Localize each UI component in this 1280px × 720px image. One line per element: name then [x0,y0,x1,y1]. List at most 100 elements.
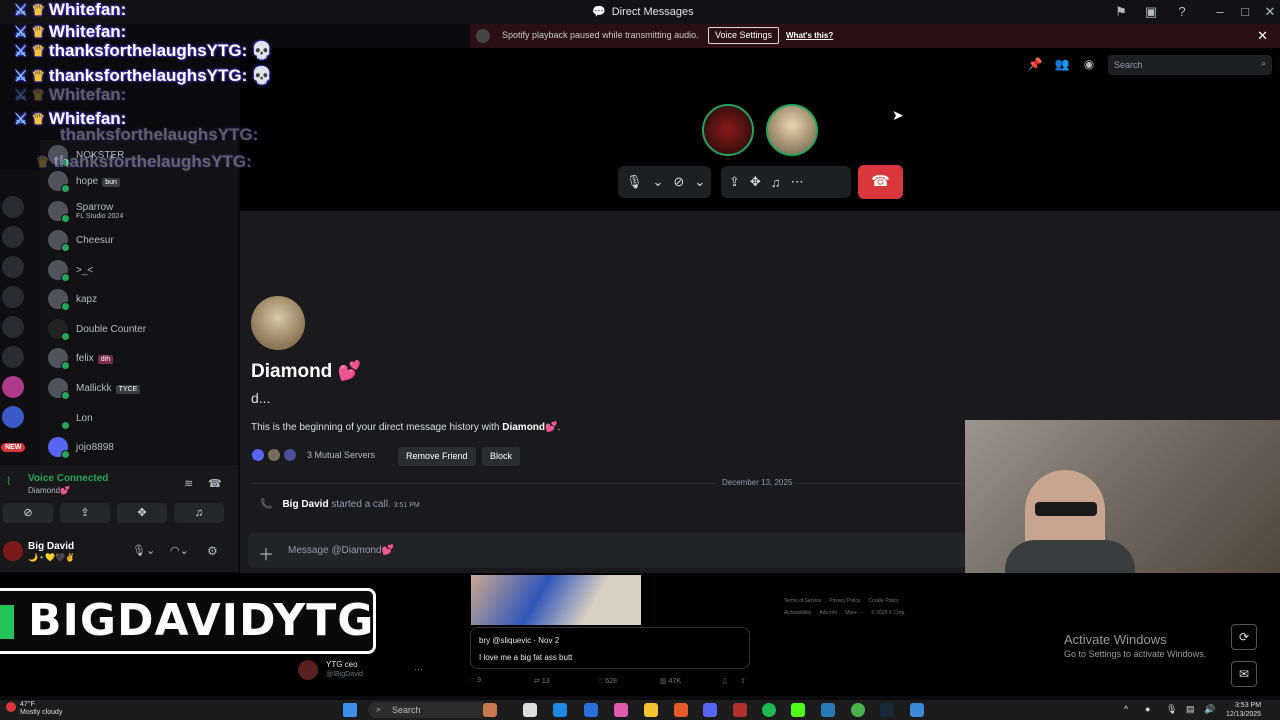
headphones-icon[interactable]: ◠⌄ [170,544,189,557]
taskbar-app-icon[interactable] [910,703,924,717]
close-notice-icon[interactable]: ✕ [1257,28,1268,44]
footer-link[interactable]: Cookie Policy [868,598,898,604]
list-item[interactable]: Sparrow FL Studio 2024 [48,196,238,226]
chrome-icon[interactable] [851,703,865,717]
soundboard-icon[interactable]: ♫ [771,175,781,190]
taskbar-search[interactable]: ⌕ Search [368,702,488,718]
disconnect-icon[interactable]: ☎ [208,477,222,490]
more-options-icon[interactable]: ⋯ [791,174,804,190]
soundboard-button[interactable]: ♫ [174,503,224,523]
spotify-icon[interactable] [762,703,776,717]
start-icon[interactable] [343,703,357,717]
footer-link[interactable]: Accessibility [784,610,811,616]
noise-suppression-icon[interactable]: ≋ [184,477,193,490]
taskbar-app-icon[interactable] [483,703,497,717]
mic-tray-icon[interactable]: ● [1145,704,1150,714]
refresh-icon[interactable]: ⟳ [1231,624,1257,650]
microphone-icon[interactable]: 🎙⌄ [132,544,155,557]
footer-link[interactable]: More ··· [845,610,863,616]
chevron-down-icon[interactable]: ⌄ [653,174,664,190]
user-name[interactable]: Big David [28,541,74,552]
avatar[interactable] [251,296,305,350]
share-screen-icon[interactable]: ⇪ [729,174,740,190]
profile-icon[interactable]: ◉ [1081,57,1097,73]
store-icon[interactable] [584,703,598,717]
disconnect-button[interactable]: ☎ [858,165,903,199]
search-input[interactable]: Search ⌕ [1108,55,1272,75]
call-participant-avatar-diamond[interactable] [766,104,818,156]
server-icon[interactable] [2,196,24,218]
camera-button[interactable]: ⊘ [3,503,53,523]
activities-button[interactable]: ✥ [117,503,167,523]
list-item[interactable]: felix dih [48,343,238,373]
mail-icon[interactable]: ✉ [1231,661,1257,687]
list-item[interactable]: kapz [48,284,238,314]
server-icon[interactable] [2,286,24,308]
call-participant-avatar-big-david[interactable] [702,104,754,156]
add-friends-icon[interactable]: 👥 [1054,57,1070,73]
like-count[interactable]: ♡ 628 [597,677,617,685]
server-icon[interactable] [2,346,24,368]
footer-link[interactable]: Privacy Policy [829,598,860,604]
mic-tray-icon[interactable]: 🎙 [1166,704,1177,715]
quoted-tweet[interactable]: bry @sliquevic · Nov 2 I love me a big f… [470,627,750,669]
share-screen-button[interactable]: ⇪ [60,503,110,523]
screen-icon[interactable]: ▣ [1143,4,1159,20]
activities-icon[interactable]: ✥ [750,174,761,190]
server-icon[interactable] [2,256,24,278]
gear-icon[interactable]: ⚙ [207,544,218,558]
microphone-icon[interactable]: 🎙 [626,174,643,190]
view-count[interactable]: ▥ 47K [660,677,681,685]
task-view-icon[interactable] [523,703,537,717]
taskbar-app-icon[interactable] [733,703,747,717]
maximize-icon[interactable]: □ [1237,4,1253,20]
firefox-icon[interactable] [674,703,688,717]
voice-settings-button[interactable]: Voice Settings [708,27,780,44]
more-options-icon[interactable]: ⋯ [414,664,423,675]
chevron-down-icon[interactable]: ⌄ [694,174,705,190]
network-icon[interactable]: ▤ [1186,704,1195,715]
kick-icon[interactable] [791,703,805,717]
avatar[interactable] [3,541,23,561]
whats-this-link[interactable]: What's this? [786,31,833,40]
discord-icon[interactable] [703,703,717,717]
message-author[interactable]: Big David [282,499,328,510]
clock[interactable]: 3:53 PM 12/13/2025 [1226,701,1261,719]
list-item[interactable]: Cheesur [48,225,238,255]
volume-icon[interactable]: 🔊 [1204,704,1215,715]
tweet-image[interactable] [471,575,641,625]
edge-icon[interactable] [553,703,567,717]
remove-friend-button[interactable]: Remove Friend [398,447,476,466]
reply-count[interactable]: ◌ 9 [471,677,481,684]
share-icon[interactable]: ⇧ [740,677,746,685]
list-item[interactable]: >_< [48,255,238,285]
list-item[interactable]: jojo8898 [48,432,238,462]
bookmark-icon[interactable]: ▯ [723,677,727,685]
weather-icon[interactable] [6,702,16,712]
message-composer[interactable]: ＋ Message @Diamond💕 [248,533,966,568]
tray-chevron-icon[interactable]: ^ [1124,704,1128,714]
minimize-icon[interactable]: – [1212,4,1228,20]
voice-channel[interactable]: Diamond💕 [28,486,70,495]
inbox-icon[interactable]: ⚑ [1113,4,1129,20]
list-item[interactable]: Mallickk TYCE [48,373,238,403]
help-icon[interactable]: ? [1174,4,1190,20]
copilot-icon[interactable] [614,703,628,717]
steam-icon[interactable] [880,703,894,717]
footer-link[interactable]: Ads info [819,610,837,616]
list-item[interactable]: Lon [48,403,238,433]
list-item[interactable]: Double Counter [48,314,238,344]
mutual-servers[interactable]: 3 Mutual Servers [251,448,375,462]
repost-count[interactable]: ⇄ 13 [534,677,550,685]
close-window-icon[interactable]: ✕ [1262,4,1278,20]
avatar[interactable] [298,660,318,680]
pin-icon[interactable]: 📌 [1027,57,1043,73]
footer-link[interactable]: Terms of Service [784,598,821,604]
block-button[interactable]: Block [482,447,521,466]
camera-off-icon[interactable]: ⊘ [673,174,684,190]
add-attachment-icon[interactable]: ＋ [258,541,274,565]
weather-widget[interactable]: 47°F Mostly cloudy [20,701,62,717]
server-icon[interactable] [2,226,24,248]
server-icon[interactable] [2,376,24,398]
server-icon[interactable] [2,316,24,338]
